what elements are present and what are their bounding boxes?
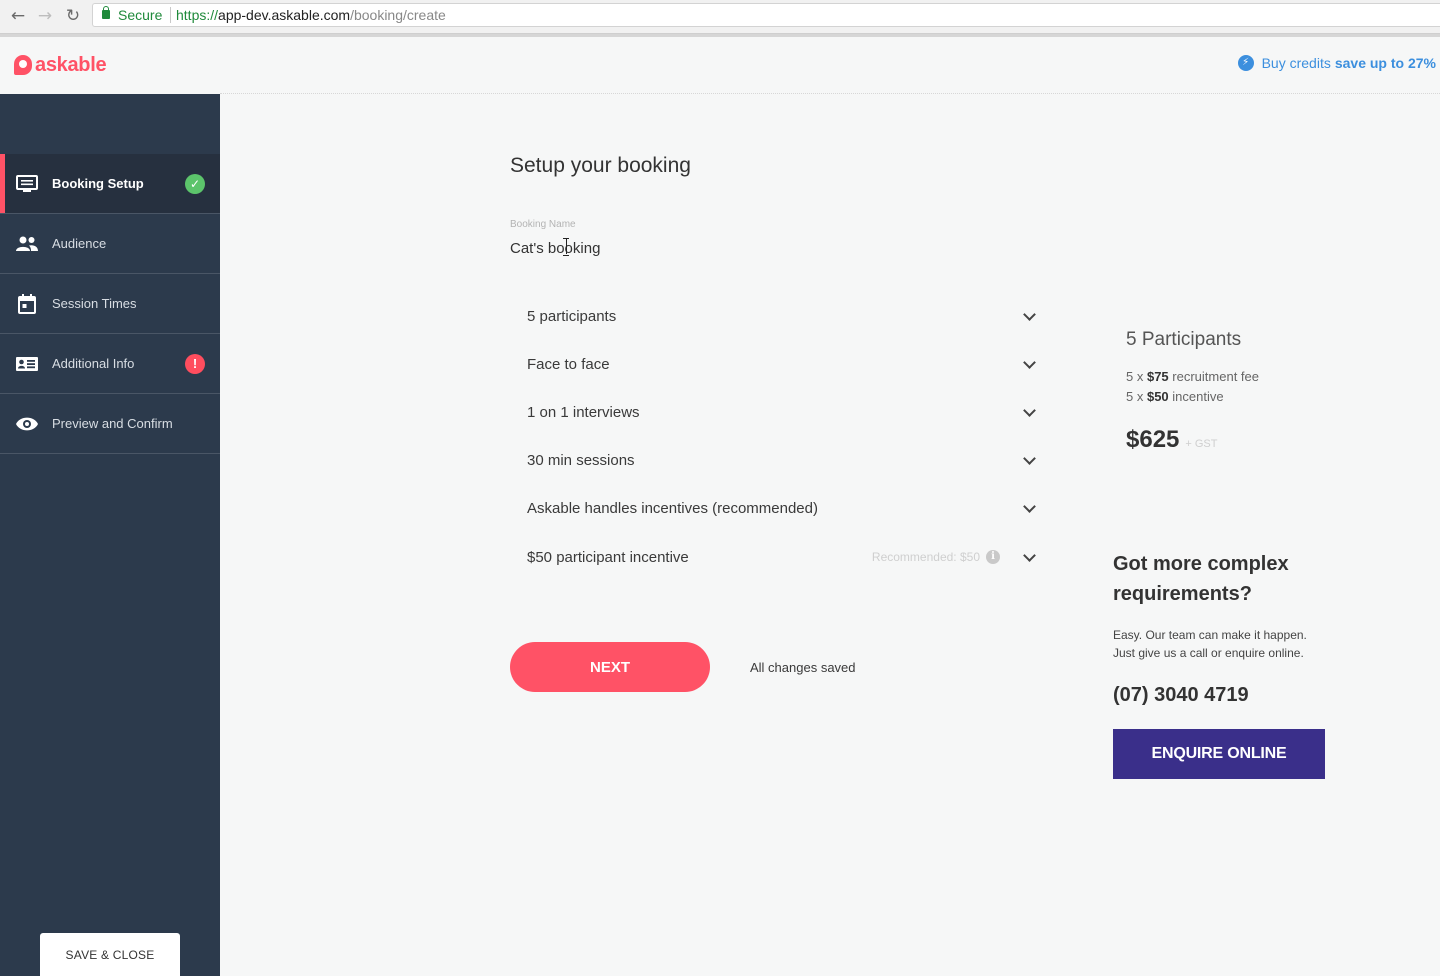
sidebar-item-label: Booking Setup [52, 176, 144, 191]
buy-credits-link[interactable]: ⚡ Buy credits save up to 27% [1237, 55, 1436, 71]
lightning-bolt-icon: ⚡ [1237, 55, 1254, 71]
check-icon: ✓ [185, 173, 205, 194]
text-cursor-icon [563, 238, 569, 256]
option-label: Face to face [527, 355, 610, 373]
header-divider [220, 93, 1440, 94]
sidebar-item-additional-info[interactable]: Additional Info ! [0, 334, 220, 394]
summary-total: $625 + GST [1126, 426, 1217, 454]
logo-text: askable [35, 53, 107, 76]
session-duration-select[interactable]: 30 min sessions [510, 438, 1040, 482]
sidebar-item-label: Session Times [52, 296, 137, 311]
chevron-down-icon [1022, 357, 1036, 371]
audience-icon [16, 235, 38, 253]
booking-setup-icon [16, 174, 38, 193]
forward-icon[interactable]: → [35, 6, 55, 26]
incentive-line: 5 x $50 incentive [1126, 389, 1224, 404]
chevron-down-icon [1022, 501, 1036, 515]
session-type-select[interactable]: 1 on 1 interviews [510, 390, 1040, 434]
reload-icon[interactable]: ↻ [63, 6, 83, 26]
incentive-qty: 5 x [1126, 389, 1147, 404]
option-label: $50 participant incentive [527, 548, 689, 566]
url-divider [170, 7, 171, 23]
save-and-close-button[interactable]: SAVE & CLOSE [40, 933, 180, 976]
info-icon[interactable]: i [986, 550, 1000, 564]
summary-title: 5 Participants [1126, 329, 1242, 350]
credits-text: Buy credits [1261, 55, 1331, 71]
url-protocol: https:// [176, 7, 219, 23]
credits-emphasis: save up to 27% [1334, 55, 1436, 71]
sidebar-item-preview-and-confirm[interactable]: Preview and Confirm [0, 394, 220, 454]
phone-number[interactable]: (07) 3040 4719 [1113, 684, 1249, 707]
option-label: 5 participants [527, 307, 617, 325]
logo-mark-icon [14, 55, 32, 75]
chevron-down-icon [1022, 405, 1036, 419]
chevron-down-icon [1022, 309, 1036, 323]
option-label: 1 on 1 interviews [527, 403, 640, 421]
warning-icon: ! [185, 353, 205, 374]
sidebar-item-label: Preview and Confirm [52, 416, 173, 431]
url-host: app-dev.askable.com [218, 7, 351, 23]
booking-name-input[interactable]: Cat's booking [510, 240, 600, 257]
incentive-price: $50 [1146, 389, 1169, 404]
save-status: All changes saved [750, 660, 856, 675]
recruitment-price: $75 [1146, 369, 1169, 384]
chevron-down-icon [1022, 550, 1036, 564]
recommended-hint: Recommended: $50 [871, 550, 980, 564]
id-card-icon [16, 355, 38, 373]
chevron-down-icon [1022, 453, 1036, 467]
sidebar-item-label: Audience [52, 236, 107, 251]
incentive-amount-select[interactable]: $50 participant incentive Recommended: $… [510, 535, 1040, 579]
option-label: 30 min sessions [527, 451, 635, 469]
participants-select[interactable]: 5 participants [510, 294, 1040, 338]
session-format-select[interactable]: Face to face [510, 342, 1040, 386]
sidebar-item-session-times[interactable]: Session Times [0, 274, 220, 334]
gst-note: + GST [1185, 438, 1218, 450]
sidebar: Booking Setup ✓ Audience Session Times A… [0, 94, 220, 976]
recruitment-qty: 5 x [1126, 369, 1147, 384]
incentive-handling-select[interactable]: Askable handles incentives (recommended) [510, 486, 1040, 530]
url-text[interactable]: https://app-dev.askable.com/booking/crea… [176, 4, 446, 26]
sidebar-item-booking-setup[interactable]: Booking Setup ✓ [0, 154, 220, 214]
total-price: $625 [1126, 426, 1180, 453]
secure-label: Secure [118, 7, 163, 23]
option-label: Askable handles incentives (recommended) [527, 499, 818, 517]
sidebar-item-audience[interactable]: Audience [0, 214, 220, 274]
address-bar[interactable]: Secure https://app-dev.askable.com/booki… [92, 3, 1440, 27]
complex-text-line: Easy. Our team can make it happen. [1113, 628, 1307, 642]
complex-requirements-text: Easy. Our team can make it happen. Just … [1113, 626, 1353, 662]
complex-text-line: Just give us a call or enquire online. [1113, 646, 1304, 660]
enquire-online-button[interactable]: ENQUIRE ONLINE [1113, 729, 1325, 779]
sidebar-item-label: Additional Info [52, 356, 135, 371]
next-button[interactable]: NEXT [510, 642, 710, 692]
recruitment-fee-line: 5 x $75 recruitment fee [1126, 369, 1259, 384]
calendar-icon [16, 293, 38, 314]
lock-icon [102, 6, 110, 19]
eye-icon [16, 415, 38, 433]
page-title: Setup your booking [510, 154, 691, 177]
back-icon[interactable]: ← [8, 6, 28, 26]
browser-toolbar: ← → ↻ Secure https://app-dev.askable.com… [0, 0, 1440, 37]
incentive-label: incentive [1168, 389, 1224, 404]
booking-name-label: Booking Name [510, 219, 576, 230]
recruitment-label: recruitment fee [1168, 369, 1259, 384]
complex-requirements-heading: Got more complex requirements? [1113, 553, 1289, 605]
url-path: /booking/create [350, 7, 446, 23]
askable-logo[interactable]: askable [14, 53, 107, 77]
